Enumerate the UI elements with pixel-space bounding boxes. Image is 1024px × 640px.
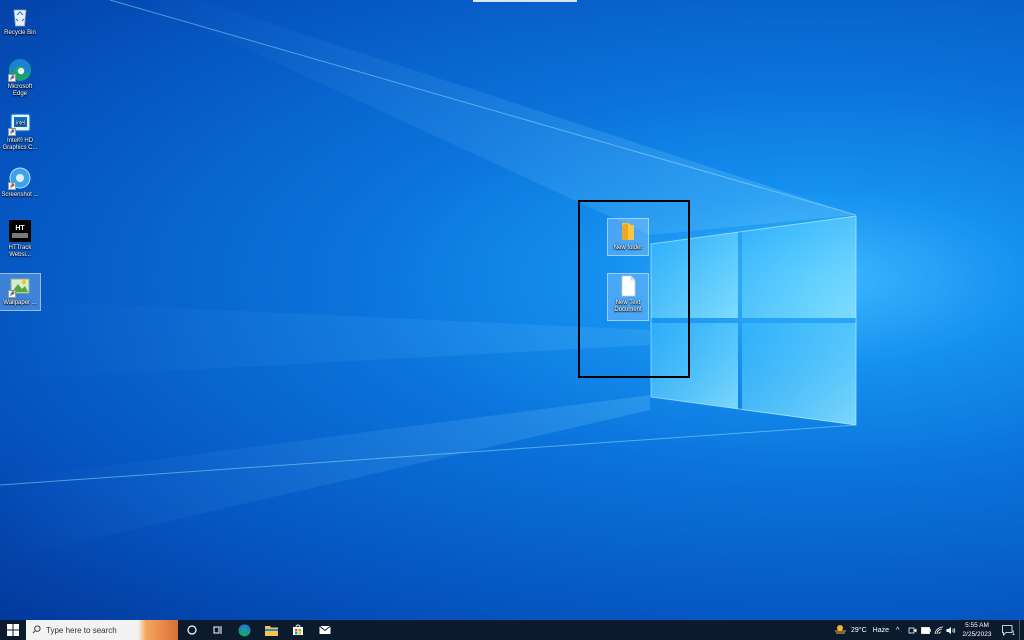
desktop-icon-intel-graphics[interactable]: intel ↗ Intel® HD Graphics C... <box>0 112 40 152</box>
clock-date: 2/25/2023 <box>962 631 992 638</box>
svg-text:HT: HT <box>15 225 25 232</box>
desktop-icon-label: HTTrack Websi... <box>8 245 32 258</box>
mail-icon <box>319 625 331 634</box>
shortcut-arrow-icon: ↗ <box>8 128 16 136</box>
weather-temperature: 29°C <box>851 626 867 634</box>
windows-start-icon <box>7 624 19 636</box>
selection-rectangle <box>578 200 690 378</box>
desktop-icon-screenshot[interactable]: ↗ Screenshot ... <box>0 166 40 199</box>
tray-network-button[interactable] <box>934 620 944 640</box>
edge-icon <box>238 624 250 636</box>
wallpaper-icon: ↗ <box>8 274 32 298</box>
desktop-icon-label: Screenshot ... <box>1 192 39 198</box>
desktop-icon-wallpaper[interactable]: ↗ Wallpaper ... <box>0 273 41 311</box>
taskbar-store-button[interactable] <box>285 620 311 640</box>
cortana-icon <box>187 625 197 635</box>
tray-meet-now-button[interactable] <box>908 620 917 640</box>
weather-haze-icon <box>834 624 847 636</box>
search-icon <box>32 624 41 636</box>
search-highlight-art <box>138 620 178 640</box>
notification-badge: 1 <box>1011 631 1015 637</box>
taskbar-file-explorer-button[interactable] <box>258 620 284 640</box>
taskbar-clock[interactable]: 5:55 AM 2/25/2023 <box>958 621 996 639</box>
weather-condition: Haze <box>872 626 889 634</box>
windows-logo-light <box>0 0 857 560</box>
file-explorer-icon <box>264 625 278 636</box>
weather-widget[interactable]: 29°C Haze <box>834 620 889 640</box>
search-placeholder: Type here to search <box>46 625 117 635</box>
cortana-button[interactable] <box>179 620 205 640</box>
shortcut-arrow-icon: ↗ <box>8 74 16 82</box>
intel-graphics-icon: intel ↗ <box>8 112 32 136</box>
shortcut-arrow-icon: ↗ <box>8 182 16 190</box>
taskbar-mail-button[interactable] <box>312 620 338 640</box>
desktop-icon-httrack[interactable]: HT HTTrack Websi... <box>0 219 40 259</box>
screen-top-indicator <box>473 0 577 2</box>
desktop-icon-label: Microsoft Edge <box>7 84 33 97</box>
task-view-icon <box>213 626 222 634</box>
meet-now-icon <box>908 627 917 633</box>
desktop-icon-label: Intel® HD Graphics C... <box>2 138 38 151</box>
desktop-icon-microsoft-edge[interactable]: ↗ Microsoft Edge <box>0 58 40 98</box>
chevron-up-icon: ^ <box>896 626 900 634</box>
desktop-icon-label: Recycle Bin <box>4 30 36 36</box>
taskbar-edge-button[interactable] <box>231 620 257 640</box>
httrack-icon: HT <box>8 219 32 243</box>
task-view-button[interactable] <box>205 620 231 640</box>
desktop-icon-label: Wallpaper ... <box>3 300 37 306</box>
start-button[interactable] <box>0 620 26 640</box>
show-hidden-icons-button[interactable]: ^ <box>896 620 899 640</box>
wifi-icon <box>934 626 944 634</box>
taskbar: Type here to search 29°C Haze ^ 5:55 AM … <box>0 620 1024 640</box>
tray-battery-button[interactable] <box>921 620 931 640</box>
show-desktop-button[interactable] <box>1019 620 1024 640</box>
shortcut-arrow-icon: ↗ <box>8 290 16 298</box>
battery-icon <box>921 626 931 634</box>
store-icon <box>293 624 303 635</box>
volume-icon <box>946 626 956 634</box>
desktop-wallpaper[interactable] <box>0 0 1024 620</box>
taskbar-search-box[interactable]: Type here to search <box>26 620 178 640</box>
desktop-icon-recycle-bin[interactable]: Recycle Bin <box>0 4 40 37</box>
tray-volume-button[interactable] <box>946 620 956 640</box>
screenshot-icon: ↗ <box>8 166 32 190</box>
edge-icon: ↗ <box>8 58 32 82</box>
svg-text:intel: intel <box>16 121 25 127</box>
clock-time: 5:55 AM <box>965 622 989 629</box>
recycle-bin-icon <box>8 4 32 28</box>
action-center-button[interactable]: 1 <box>998 620 1018 640</box>
